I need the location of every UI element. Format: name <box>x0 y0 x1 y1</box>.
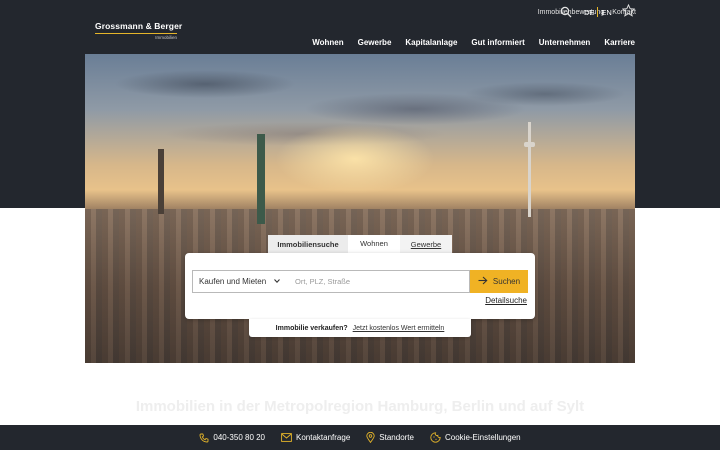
hero-tower <box>257 134 265 224</box>
footer-bar: 040-350 80 20 Kontaktanfrage Standorte C… <box>0 425 720 450</box>
type-select[interactable]: Kaufen und Mieten <box>192 270 288 293</box>
footer-phone-label: 040-350 80 20 <box>213 433 266 442</box>
search-button[interactable]: Suchen <box>470 270 528 293</box>
sell-bar: Immobilie verkaufen? Jetzt kostenlos Wer… <box>249 319 471 337</box>
lang-divider <box>597 7 599 17</box>
footer-cookies[interactable]: Cookie-Einstellungen <box>430 432 521 443</box>
footer-phone[interactable]: 040-350 80 20 <box>199 433 265 443</box>
hero-tv-tower <box>528 122 531 217</box>
logo-subtitle: Immobilien <box>155 35 177 40</box>
search-tabs: Immobiliensuche Wohnen Gewerbe <box>268 235 452 254</box>
nav-gewerbe[interactable]: Gewerbe <box>358 38 392 47</box>
mail-icon <box>281 433 292 442</box>
hero-tv-tower-pod <box>524 142 535 147</box>
arrow-right-icon <box>478 276 488 287</box>
search-button-label: Suchen <box>492 277 521 286</box>
footer-contact-label: Kontaktanfrage <box>296 433 351 442</box>
location-icon <box>366 432 375 443</box>
logo-underline <box>95 33 177 34</box>
main-nav: Wohnen Gewerbe Kapitalanlage Gut informi… <box>312 38 635 47</box>
search-panel: Kaufen und Mieten Ort, PLZ, Straße Suche… <box>185 253 535 319</box>
footer-locations-label: Standorte <box>379 433 414 442</box>
tab-wohnen[interactable]: Wohnen <box>348 235 400 254</box>
valuation-link[interactable]: Jetzt kostenlos Wert ermitteln <box>353 325 445 332</box>
hero-church-spire <box>158 149 164 214</box>
nav-karriere[interactable]: Karriere <box>604 38 635 47</box>
language-switcher: DE EN <box>584 7 612 17</box>
nav-gut-informiert[interactable]: Gut informiert <box>471 38 524 47</box>
logo[interactable]: Grossmann & Berger Immobilien <box>95 21 183 40</box>
search-icon[interactable] <box>560 5 572 23</box>
tab-gewerbe[interactable]: Gewerbe <box>400 235 452 254</box>
detail-search-link[interactable]: Detailsuche <box>485 296 527 305</box>
lang-en[interactable]: EN <box>601 8 611 17</box>
lang-de[interactable]: DE <box>584 8 594 17</box>
footer-cookies-label: Cookie-Einstellungen <box>444 433 521 442</box>
page-headline: Immobilien in der Metropolregion Hamburg… <box>135 398 585 415</box>
nav-kapitalanlage[interactable]: Kapitalanlage <box>405 38 457 47</box>
hero-sun-glow <box>275 124 435 194</box>
star-icon[interactable] <box>621 3 636 22</box>
chevron-down-icon <box>273 277 281 287</box>
logo-name: Grossmann & Berger <box>95 21 183 31</box>
sell-label: Immobilie verkaufen? <box>275 324 348 332</box>
type-select-value: Kaufen und Mieten <box>199 277 267 286</box>
nav-unternehmen[interactable]: Unternehmen <box>539 38 591 47</box>
footer-locations[interactable]: Standorte <box>366 432 414 443</box>
phone-icon <box>199 433 209 443</box>
nav-wohnen[interactable]: Wohnen <box>312 38 343 47</box>
footer-contact[interactable]: Kontaktanfrage <box>281 433 350 442</box>
cookie-icon <box>430 432 441 443</box>
location-input[interactable]: Ort, PLZ, Straße <box>287 270 470 293</box>
tab-immobiliensuche: Immobiliensuche <box>268 235 348 254</box>
